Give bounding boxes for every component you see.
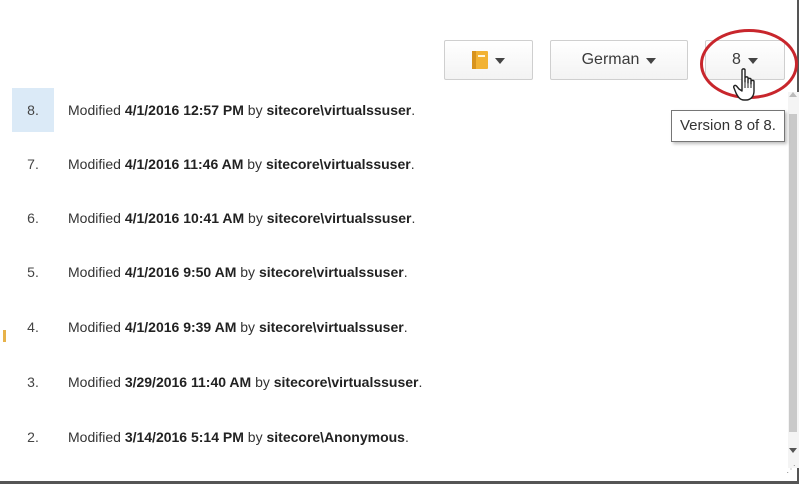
version-row-4[interactable]: 4. Modified 4/1/2016 9:39 AM by sitecore… [12,305,788,349]
version-number: 8. [12,88,54,132]
toolbar: German 8 [0,0,799,88]
hand-cursor-icon [733,68,755,101]
version-row-2[interactable]: 2. Modified 3/14/2016 5:14 PM by sitecor… [12,415,788,459]
scroll-up-icon[interactable] [789,92,797,97]
version-number: 4. [27,319,39,335]
version-tooltip: Version 8 of 8. [671,110,785,142]
item-options-button[interactable] [444,40,533,80]
scroll-down-icon[interactable] [789,448,797,453]
book-icon [472,51,488,69]
version-row-7[interactable]: 7. Modified 4/1/2016 11:46 AM by sitecor… [12,142,788,186]
version-description: Modified 4/1/2016 12:57 PM by sitecore\v… [68,102,416,118]
chevron-down-icon [495,58,505,64]
version-description: Modified 4/1/2016 9:39 AM by sitecore\vi… [68,319,408,335]
language-dropdown[interactable]: German [550,40,688,80]
version-number: 7. [27,156,39,172]
version-panel: German 8 8. Modified 4/1/2016 12:57 PM b… [0,0,799,484]
version-list: 8. Modified 4/1/2016 12:57 PM by sitecor… [12,88,788,468]
version-number: 6. [27,210,39,226]
chevron-down-icon [646,58,657,64]
version-description: Modified 4/1/2016 9:50 AM by sitecore\vi… [68,264,408,280]
version-number: 5. [27,264,39,280]
version-description: Modified 4/1/2016 11:46 AM by sitecore\v… [68,156,415,172]
version-description: Modified 3/29/2016 11:40 AM by sitecore\… [68,374,423,390]
version-number: 2. [27,429,39,445]
version-description: Modified 3/14/2016 5:14 PM by sitecore\A… [68,429,409,445]
version-row-6[interactable]: 6. Modified 4/1/2016 10:41 AM by sitecor… [12,196,788,240]
version-row-3[interactable]: 3. Modified 3/29/2016 11:40 AM by siteco… [12,360,788,404]
scroll-thumb[interactable] [789,114,797,432]
edge-marker [3,330,6,342]
version-row-5[interactable]: 5. Modified 4/1/2016 9:50 AM by sitecore… [12,250,788,294]
language-label: German [581,51,640,68]
resize-grip-icon[interactable]: ⋰ [786,464,796,475]
scrollbar[interactable] [788,92,799,468]
version-number: 3. [27,374,39,390]
version-description: Modified 4/1/2016 10:41 AM by sitecore\v… [68,210,416,226]
